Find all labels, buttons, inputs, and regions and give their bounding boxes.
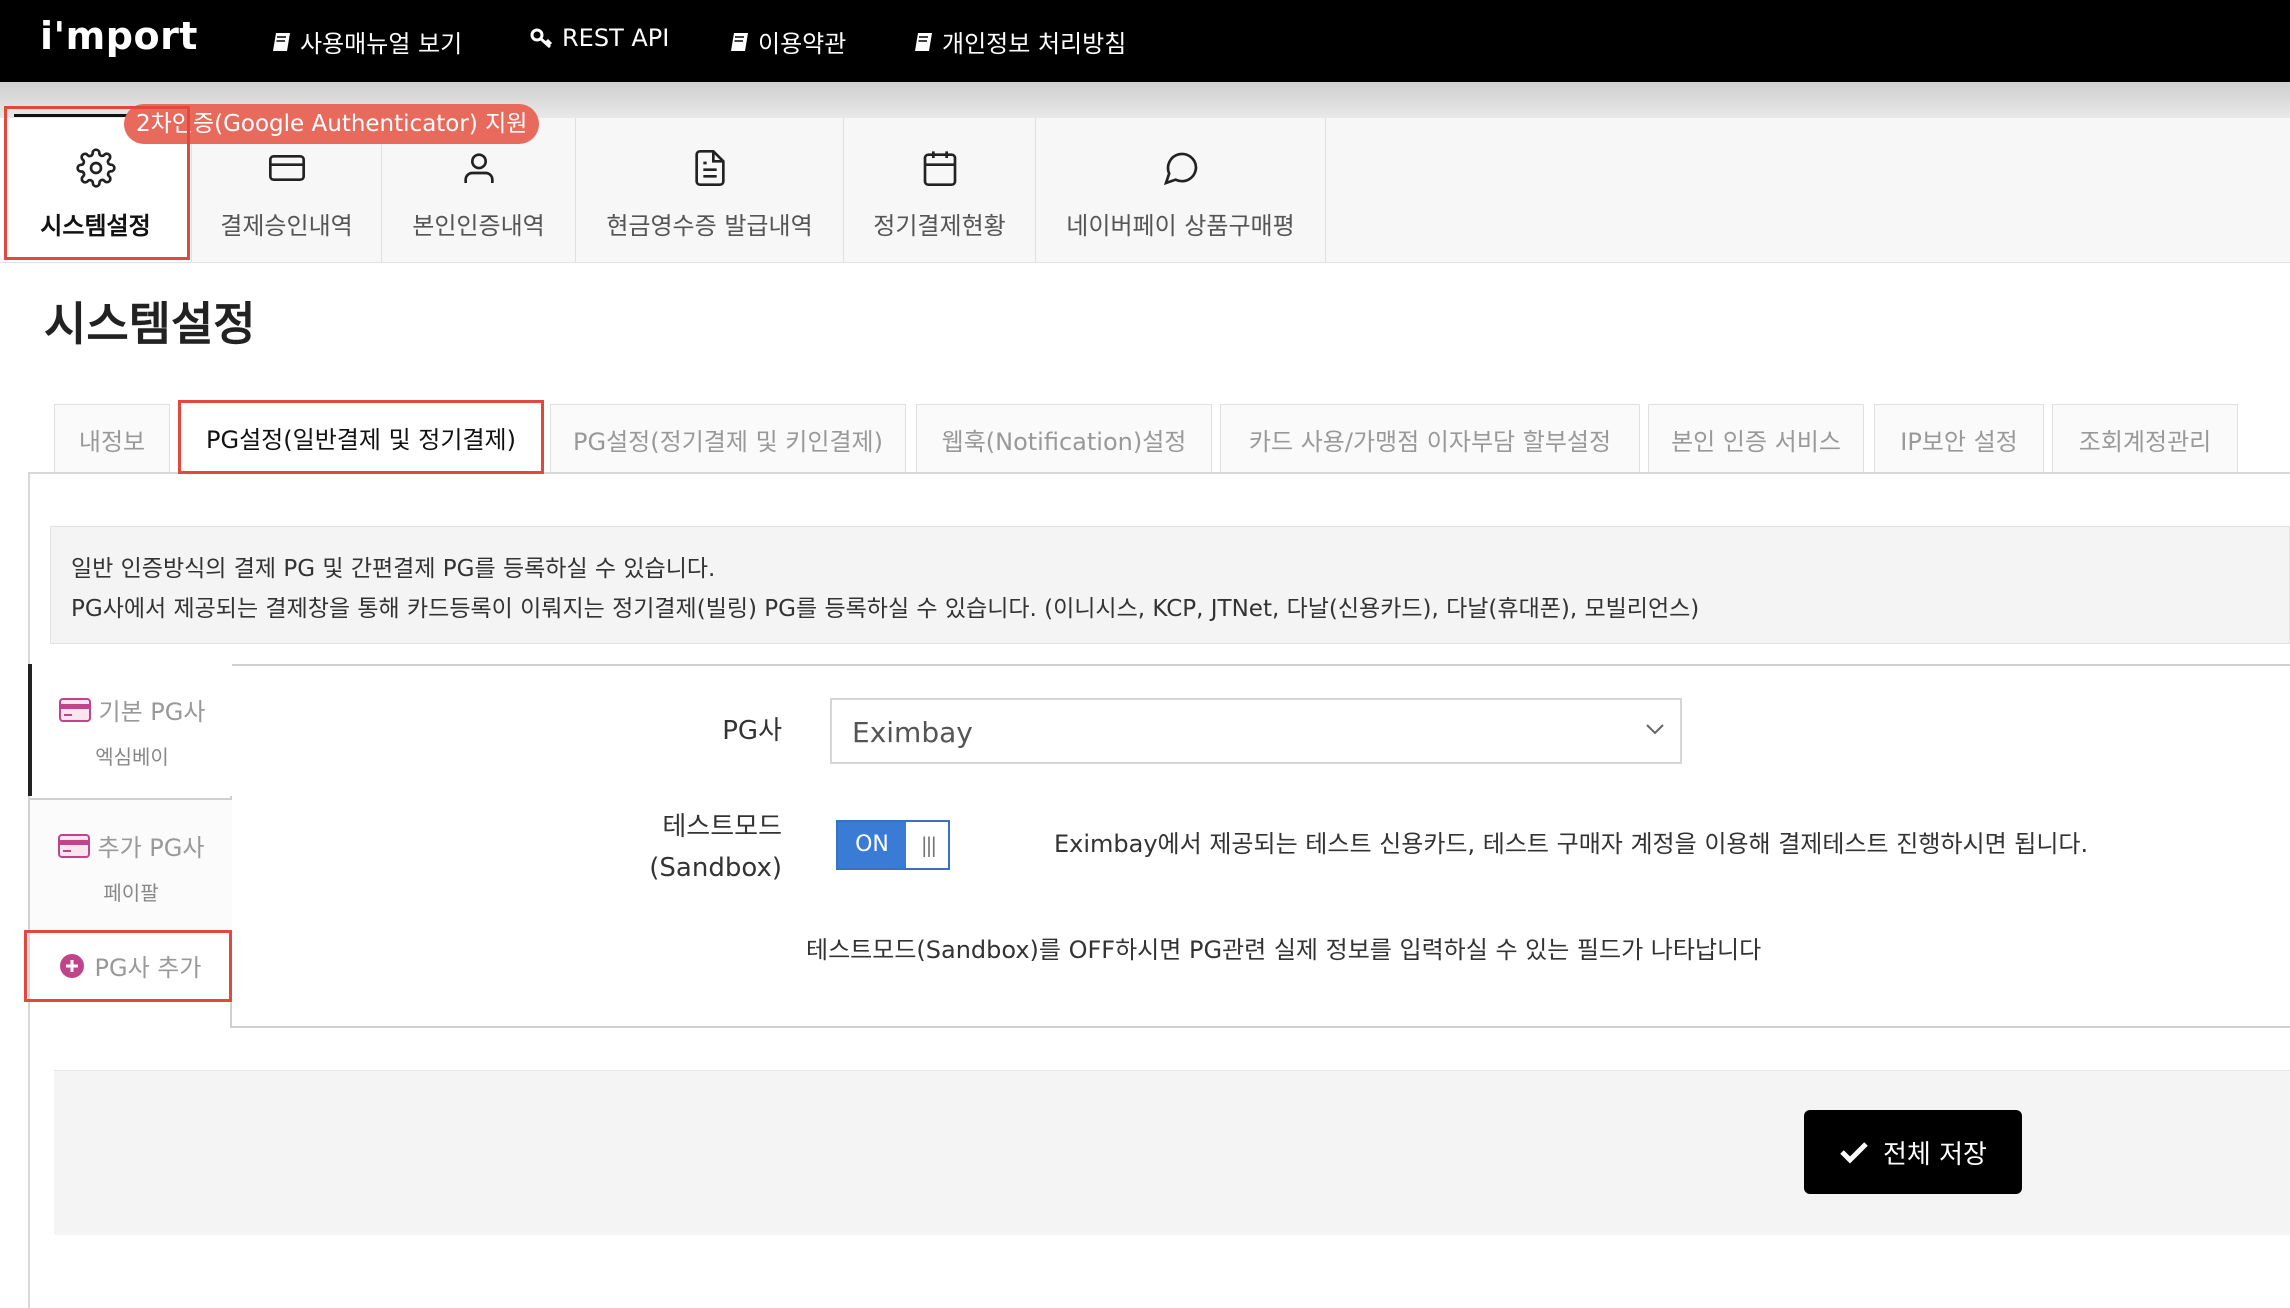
check-icon [1840, 1142, 1868, 1164]
credit-card-icon [58, 697, 91, 722]
menu-tab-label: 네이버페이 상품구매평 [1066, 212, 1295, 240]
subtab-pg-subscription[interactable]: PG설정(정기결제 및 키인결제) [550, 404, 906, 474]
credit-card-icon [57, 833, 90, 858]
book-icon [731, 32, 748, 51]
user-icon [463, 153, 494, 183]
menu-tab-subscription-status[interactable]: 정기결제현황 [844, 118, 1036, 262]
pg-select-value: Eximbay [852, 716, 973, 749]
subtab-installment[interactable]: 카드 사용/가맹점 이자부담 할부설정 [1220, 404, 1640, 474]
info-line-2: PG사에서 제공되는 결제창을 통해 카드등록이 이뤄지는 정기결제(빌링) P… [71, 596, 1700, 622]
test-mode-label-line2: (Sandbox) [649, 853, 782, 883]
info-line-1: 일반 인증방식의 결제 PG 및 간편결제 PG를 등록하실 수 있습니다. [71, 556, 716, 582]
nav-label: 개인정보 처리방침 [942, 30, 1127, 58]
nav-label: REST API [562, 24, 670, 52]
sidebar-item-sub: 페이팔 [103, 881, 159, 905]
test-mode-label: 테스트모드 (Sandbox) [600, 806, 782, 883]
nav-label: 이용약관 [758, 30, 847, 58]
subtab-identity-service[interactable]: 본인 인증 서비스 [1648, 404, 1864, 474]
save-all-label: 전체 저장 [1883, 1139, 1987, 1170]
book-icon [915, 32, 932, 51]
info-box: 일반 인증방식의 결제 PG 및 간편결제 PG를 등록하실 수 있습니다. P… [50, 526, 2290, 644]
test-mode-label-line1: 테스트모드 [662, 812, 782, 842]
highlight-add-pg [24, 930, 232, 1002]
sidebar-item-additional-pg[interactable]: 추가 PG사 페이팔 [28, 798, 232, 930]
save-all-button[interactable]: 전체 저장 [1804, 1110, 2022, 1194]
menu-tab-label: 결제승인내역 [220, 212, 353, 240]
subtab-my-info[interactable]: 내정보 [54, 404, 170, 474]
chat-bubble-icon [1163, 152, 1197, 186]
menu-tab-label: 정기결제현황 [873, 212, 1006, 240]
nav-terms[interactable]: 이용약관 [730, 24, 846, 59]
sandbox-note: 테스트모드(Sandbox)를 OFF하시면 PG관련 실제 정보를 입력하실 … [806, 936, 1762, 964]
credit-card-icon [268, 155, 305, 181]
menu-tab-cash-receipts[interactable]: 현금영수증 발급내역 [576, 118, 844, 262]
menu-tab-label: 본인인증내역 [412, 212, 545, 240]
key-icon [530, 28, 553, 49]
menu-tab-label: 현금영수증 발급내역 [606, 212, 813, 240]
test-mode-toggle[interactable]: ON ||| [836, 820, 950, 870]
page-title: 시스템설정 [44, 297, 256, 351]
book-icon [273, 32, 290, 51]
sidebar-item-title: 추가 PG사 [97, 834, 205, 862]
subtab-webhook[interactable]: 웹훅(Notification)설정 [916, 404, 1212, 474]
toggle-handle: ||| [920, 833, 937, 857]
import-logo[interactable]: i'mport [40, 14, 198, 58]
test-mode-description: Eximbay에서 제공되는 테스트 신용카드, 테스트 구매자 계정을 이용해… [1054, 830, 2089, 858]
subtab-view-accounts[interactable]: 조회계정관리 [2052, 404, 2238, 474]
nav-privacy-policy[interactable]: 개인정보 처리방침 [914, 24, 1126, 59]
pg-select[interactable]: Eximbay [830, 698, 1682, 764]
highlight-system-settings [4, 106, 190, 260]
sidebar-item-sub: 엑심베이 [95, 745, 169, 769]
nav-label: 사용매뉴얼 보기 [300, 30, 463, 58]
toggle-on-label: ON [838, 822, 906, 868]
chevron-down-icon [1646, 724, 1664, 735]
document-icon [694, 150, 725, 186]
pg-field-label: PG사 [722, 716, 782, 746]
subtab-ip-security[interactable]: IP보안 설정 [1874, 404, 2044, 474]
nav-user-manual[interactable]: 사용매뉴얼 보기 [272, 24, 462, 59]
sidebar-item-title: 기본 PG사 [98, 698, 206, 726]
highlight-pg-general-tab [178, 400, 544, 474]
calendar-icon [923, 151, 956, 186]
sidebar-item-default-pg[interactable]: 기본 PG사 엑심베이 [28, 664, 232, 796]
top-bar: i'mport 사용매뉴얼 보기 REST API 이용약관 개인정보 처리방침 [0, 0, 2290, 82]
menu-tab-naverpay-reviews[interactable]: 네이버페이 상품구매평 [1036, 118, 1326, 262]
nav-rest-api[interactable]: REST API [530, 24, 669, 52]
